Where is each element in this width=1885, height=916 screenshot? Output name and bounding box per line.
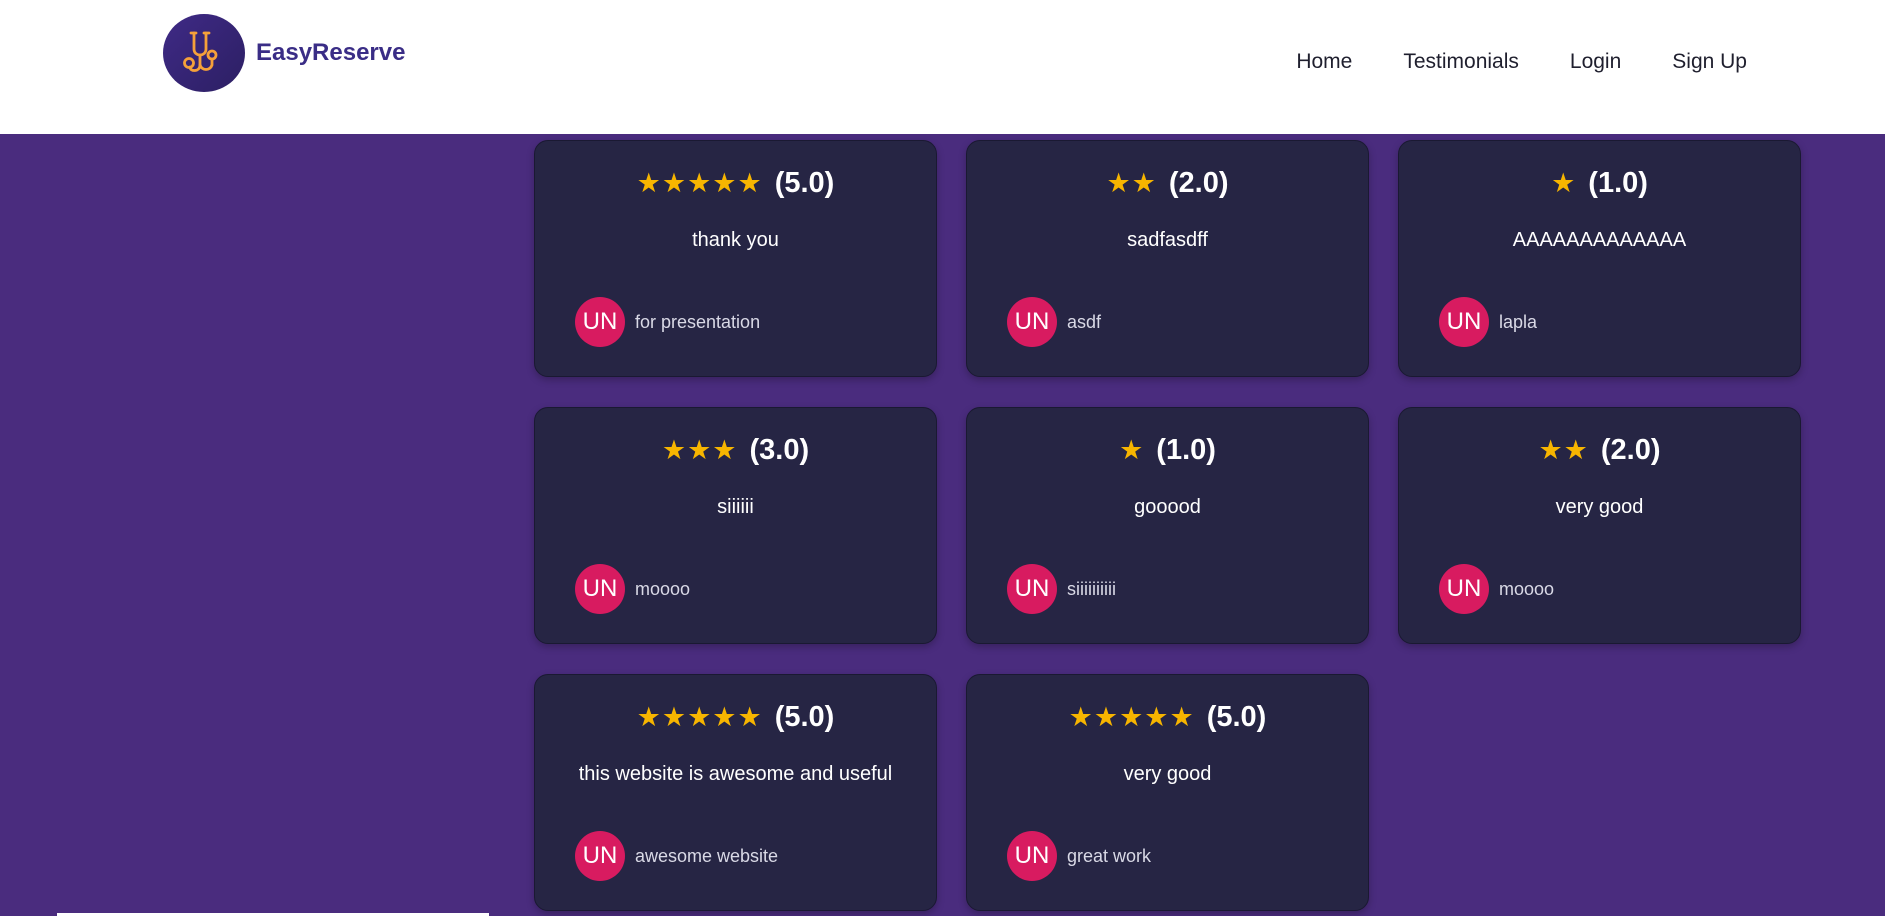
brand-logo-link[interactable]: EasyReserve xyxy=(163,14,405,92)
star-rating-icons: ★★★★★ xyxy=(1068,701,1195,732)
star-rating-icons: ★★ xyxy=(1106,167,1157,198)
star-rating-icons: ★★★★★ xyxy=(636,167,763,198)
rating-score: (2.0) xyxy=(1168,166,1229,199)
rating-row: ★★★ (3.0) xyxy=(535,432,936,468)
testimonial-comment: gooood xyxy=(1134,496,1201,518)
avatar: UN xyxy=(1439,564,1489,614)
testimonial-card: ★★ (2.0) sadfasdff UN asdf xyxy=(966,140,1369,377)
nav-login-link[interactable]: Login xyxy=(1570,50,1621,74)
author-name: lapla xyxy=(1499,311,1538,332)
nav-home-link[interactable]: Home xyxy=(1296,50,1352,74)
testimonial-author: UN moooo xyxy=(575,564,690,614)
testimonial-card: ★★★★★ (5.0) this website is awesome and … xyxy=(534,674,937,911)
testimonial-card: ★ (1.0) gooood UN siiiiiiiiii xyxy=(966,407,1369,644)
rating-score: (5.0) xyxy=(774,166,835,199)
rating-score: (3.0) xyxy=(749,433,810,466)
star-rating-icons: ★ xyxy=(1551,167,1577,198)
avatar: UN xyxy=(575,831,625,881)
avatar: UN xyxy=(575,297,625,347)
testimonial-comment: thank you xyxy=(692,229,779,251)
avatar: UN xyxy=(575,564,625,614)
nav-links: Home Testimonials Login Sign Up xyxy=(1296,50,1747,74)
avatar: UN xyxy=(1007,831,1057,881)
testimonial-comment: siiiiii xyxy=(717,496,754,518)
rating-row: ★★★★★ (5.0) xyxy=(535,165,936,201)
rating-score: (1.0) xyxy=(1588,166,1648,199)
star-rating-icons: ★★★★★ xyxy=(636,701,763,732)
rating-score: (1.0) xyxy=(1156,433,1216,466)
author-name: moooo xyxy=(635,578,691,599)
rating-score: (5.0) xyxy=(774,700,835,733)
nav-testimonials-link[interactable]: Testimonials xyxy=(1403,50,1519,74)
testimonial-author: UN lapla xyxy=(1439,297,1537,347)
testimonial-card: ★★★ (3.0) siiiiii UN moooo xyxy=(534,407,937,644)
testimonial-comment: very good xyxy=(1555,496,1644,518)
stethoscope-icon xyxy=(163,14,245,92)
testimonial-card: ★★★★★ (5.0) very good UN great work xyxy=(966,674,1369,911)
rating-row: ★ (1.0) xyxy=(1399,165,1800,201)
testimonial-author: UN moooo xyxy=(1439,564,1554,614)
avatar: UN xyxy=(1439,297,1489,347)
star-rating-icons: ★★ xyxy=(1538,434,1589,465)
author-name: awesome website xyxy=(635,845,779,866)
testimonial-card: ★★ (2.0) very good UN moooo xyxy=(1398,407,1801,644)
testimonials-grid: ★★★★★ (5.0) thank you UN for presentatio… xyxy=(534,140,1801,911)
testimonial-author: UN for presentation xyxy=(575,297,760,347)
star-rating-icons: ★★★ xyxy=(661,434,738,465)
testimonial-comment: very good xyxy=(1123,763,1212,785)
rating-score: (5.0) xyxy=(1206,700,1267,733)
avatar: UN xyxy=(1007,297,1057,347)
author-name: great work xyxy=(1067,845,1152,866)
testimonial-comment: sadfasdff xyxy=(1127,229,1208,251)
testimonial-card: ★ (1.0) AAAAAAAAAAAAA UN lapla xyxy=(1398,140,1801,377)
author-name: for presentation xyxy=(635,311,761,332)
rating-row: ★★ (2.0) xyxy=(967,165,1368,201)
author-name: siiiiiiiiii xyxy=(1067,578,1116,599)
testimonial-author: UN great work xyxy=(1007,831,1151,881)
brand-name: EasyReserve xyxy=(256,39,406,66)
testimonial-card: ★★★★★ (5.0) thank you UN for presentatio… xyxy=(534,140,937,377)
testimonial-comment: this website is awesome and useful xyxy=(578,763,893,785)
navbar: EasyReserve Home Testimonials Login Sign… xyxy=(0,0,1885,134)
nav-signup-link[interactable]: Sign Up xyxy=(1672,50,1747,74)
testimonial-author: UN awesome website xyxy=(575,831,778,881)
author-name: asdf xyxy=(1067,311,1102,332)
rating-row: ★★★★★ (5.0) xyxy=(967,699,1368,735)
rating-row: ★ (1.0) xyxy=(967,432,1368,468)
avatar: UN xyxy=(1007,564,1057,614)
author-name: moooo xyxy=(1499,578,1555,599)
rating-row: ★★ (2.0) xyxy=(1399,432,1800,468)
star-rating-icons: ★ xyxy=(1119,434,1145,465)
testimonial-comment: AAAAAAAAAAAAA xyxy=(1512,229,1687,251)
rating-score: (2.0) xyxy=(1600,433,1661,466)
rating-row: ★★★★★ (5.0) xyxy=(535,699,936,735)
testimonial-author: UN asdf xyxy=(1007,297,1101,347)
testimonial-author: UN siiiiiiiiii xyxy=(1007,564,1116,614)
